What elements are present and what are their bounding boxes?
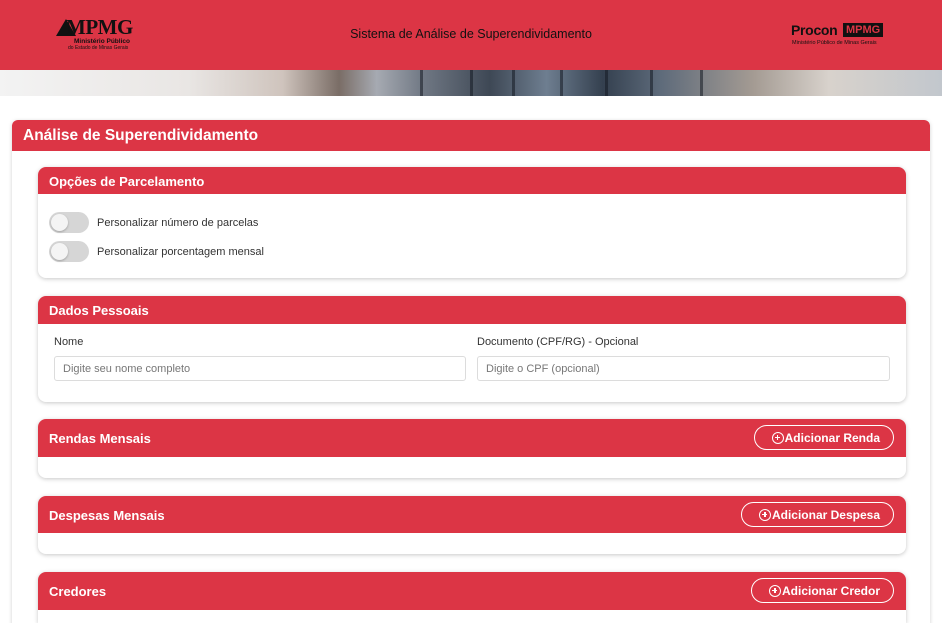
- toggle-porcentagem-label: Personalizar porcentagem mensal: [97, 245, 264, 258]
- section-credores: Credores Adicionar Credor: [38, 572, 906, 623]
- toggle-parcelas-switch[interactable]: [49, 212, 89, 233]
- section-rendas-header: Rendas Mensais Adicionar Renda: [38, 419, 906, 457]
- documento-label: Documento (CPF/RG) - Opcional: [477, 336, 639, 348]
- banner-detail: [512, 70, 515, 96]
- banner-detail: [560, 70, 563, 96]
- nome-input[interactable]: [54, 356, 466, 381]
- banner-detail: [700, 70, 703, 96]
- building-banner-image: [0, 70, 942, 96]
- banner-detail: [605, 70, 608, 96]
- procon-logo-word: Procon: [791, 22, 838, 38]
- toggle-parcelas-label: Personalizar número de parcelas: [97, 216, 259, 229]
- adicionar-renda-label: Adicionar Renda: [784, 430, 880, 445]
- procon-logo[interactable]: Procon MPMG Ministério Público de Minas …: [791, 22, 901, 49]
- procon-logo-mpmg-badge: MPMG: [843, 23, 884, 37]
- section-rendas-title: Rendas Mensais: [49, 431, 151, 446]
- section-despesas-title: Despesas Mensais: [49, 508, 165, 523]
- toggle-porcentagem-switch[interactable]: [49, 241, 89, 262]
- adicionar-despesa-label: Adicionar Despesa: [771, 507, 880, 522]
- section-parcelamento-title: Opções de Parcelamento: [49, 174, 205, 189]
- plus-circle-icon: [768, 584, 781, 597]
- toggle-knob: [51, 214, 68, 231]
- adicionar-renda-button[interactable]: Adicionar Renda: [753, 425, 894, 450]
- plus-circle-icon: [758, 508, 771, 521]
- toggle-knob: [51, 243, 68, 260]
- banner-detail: [420, 70, 423, 96]
- documento-input[interactable]: [477, 356, 890, 381]
- procon-logo-sub: Ministério Público de Minas Gerais: [792, 40, 877, 46]
- section-rendas: Rendas Mensais Adicionar Renda: [38, 419, 906, 478]
- plus-circle-icon: [771, 431, 784, 444]
- section-dados-pessoais: Dados Pessoais Nome Documento (CPF/RG) -…: [38, 296, 906, 402]
- banner-detail: [650, 70, 653, 96]
- section-parcelamento: Opções de Parcelamento Personalizar núme…: [38, 167, 906, 278]
- top-header: MPMG Ministério Público do Estado de Min…: [0, 0, 942, 70]
- section-credores-title: Credores: [49, 584, 107, 599]
- section-parcelamento-header: Opções de Parcelamento: [38, 167, 906, 194]
- section-despesas: Despesas Mensais Adicionar Despesa: [38, 496, 906, 554]
- toggle-row-porcentagem[interactable]: Personalizar porcentagem mensal: [49, 241, 264, 262]
- section-dados-pessoais-header: Dados Pessoais: [38, 296, 906, 324]
- nome-label: Nome: [54, 336, 84, 348]
- analise-card-title: Análise de Superendividamento: [12, 120, 930, 151]
- section-despesas-header: Despesas Mensais Adicionar Despesa: [38, 496, 906, 533]
- adicionar-credor-button[interactable]: Adicionar Credor: [750, 578, 894, 603]
- banner-detail: [470, 70, 473, 96]
- adicionar-despesa-button[interactable]: Adicionar Despesa: [740, 502, 894, 527]
- section-credores-header: Credores Adicionar Credor: [38, 572, 906, 610]
- adicionar-credor-label: Adicionar Credor: [781, 583, 880, 598]
- mpmg-logo-line2: do Estado de Minas Gerais: [68, 45, 129, 51]
- section-dados-pessoais-title: Dados Pessoais: [49, 303, 149, 318]
- toggle-row-parcelas[interactable]: Personalizar número de parcelas: [49, 212, 258, 233]
